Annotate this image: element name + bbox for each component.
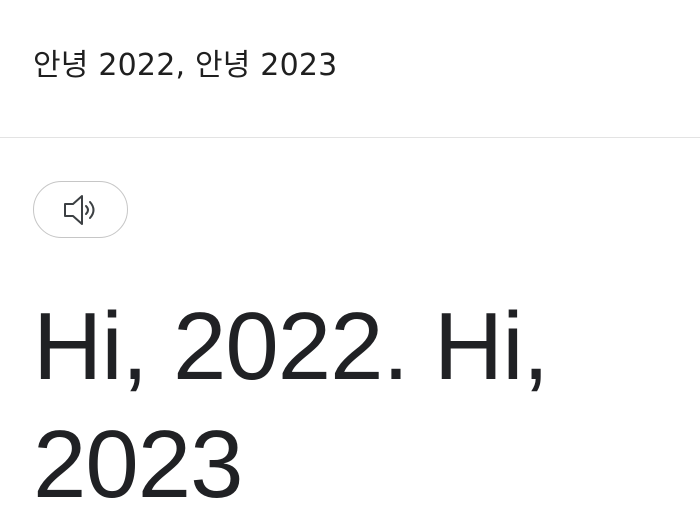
listen-button[interactable]	[33, 181, 128, 238]
speaker-icon	[61, 193, 101, 227]
source-panel: 안녕 2022, 안녕 2023	[0, 0, 700, 138]
translation-text: Hi, 2022. Hi, 2023	[33, 293, 549, 518]
source-text[interactable]: 안녕 2022, 안녕 2023	[33, 46, 337, 86]
